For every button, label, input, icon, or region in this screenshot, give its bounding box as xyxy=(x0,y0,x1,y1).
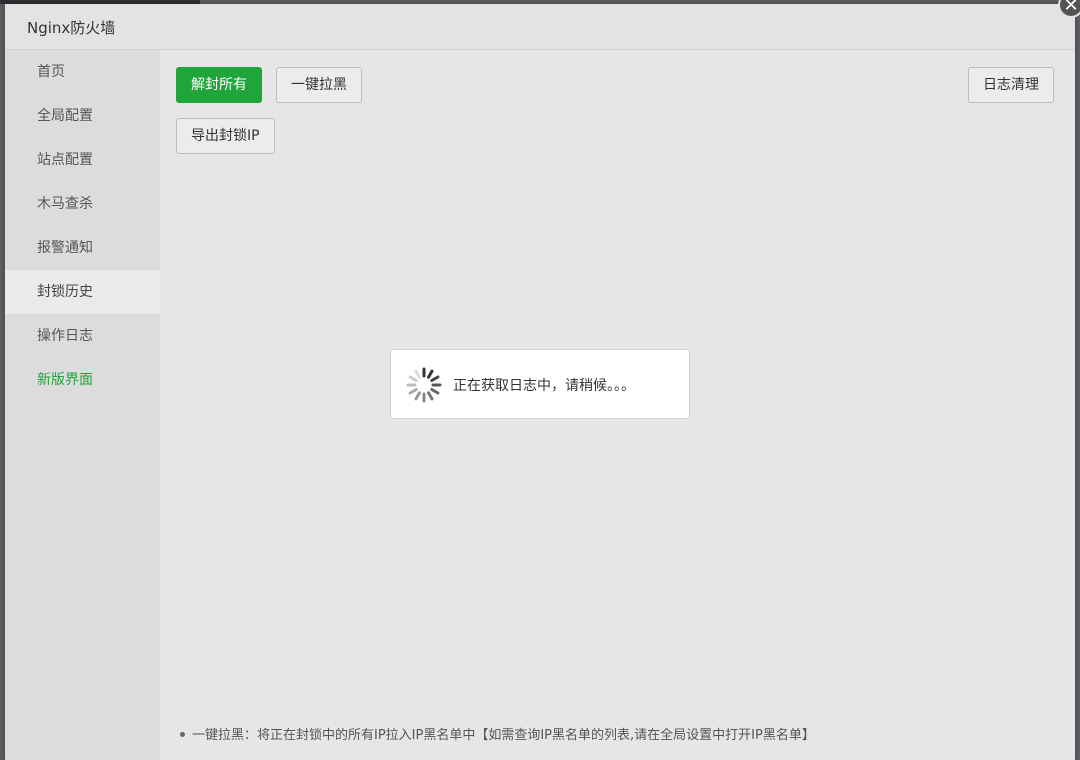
sidebar-item-operation-log[interactable]: 操作日志 xyxy=(5,314,160,358)
sidebar: 首页 全局配置 站点配置 木马查杀 报警通知 封锁历史 操作日志 新版界面 xyxy=(5,50,160,760)
loading-spinner-icon xyxy=(406,367,442,403)
sidebar-item-global-config[interactable]: 全局配置 xyxy=(5,94,160,138)
sidebar-item-block-history[interactable]: 封锁历史 xyxy=(5,270,160,314)
loading-dialog: 正在获取日志中，请稍候。。。 xyxy=(390,349,690,419)
one-click-blacklist-button[interactable]: 一键拉黑 xyxy=(276,67,362,103)
sidebar-item-site-config[interactable]: 站点配置 xyxy=(5,138,160,182)
export-blocked-ip-button[interactable]: 导出封锁IP xyxy=(176,118,275,154)
sidebar-item-trojan-scan[interactable]: 木马查杀 xyxy=(5,182,160,226)
loading-message: 正在获取日志中，请稍候。。。 xyxy=(453,378,635,394)
firewall-dialog: Nginx防火墙 首页 全局配置 站点配置 木马查杀 报警通知 封锁历史 操作日… xyxy=(5,4,1075,760)
sidebar-item-new-ui[interactable]: 新版界面 xyxy=(5,358,160,402)
sidebar-item-alerts[interactable]: 报警通知 xyxy=(5,226,160,270)
footnote: 一键拉黑：将正在封锁中的所有IP拉入IP黑名单中【如需查询IP黑名单的列表,请在… xyxy=(180,724,815,743)
window-title: Nginx防火墙 xyxy=(27,19,116,37)
clean-log-button[interactable]: 日志清理 xyxy=(968,67,1054,103)
sidebar-item-home[interactable]: 首页 xyxy=(5,50,160,94)
footnote-text: 一键拉黑：将正在封锁中的所有IP拉入IP黑名单中【如需查询IP黑名单的列表,请在… xyxy=(192,728,815,743)
bullet-icon xyxy=(180,732,185,737)
unblock-all-button[interactable]: 解封所有 xyxy=(176,67,262,103)
title-bar: Nginx防火墙 xyxy=(5,4,1075,50)
